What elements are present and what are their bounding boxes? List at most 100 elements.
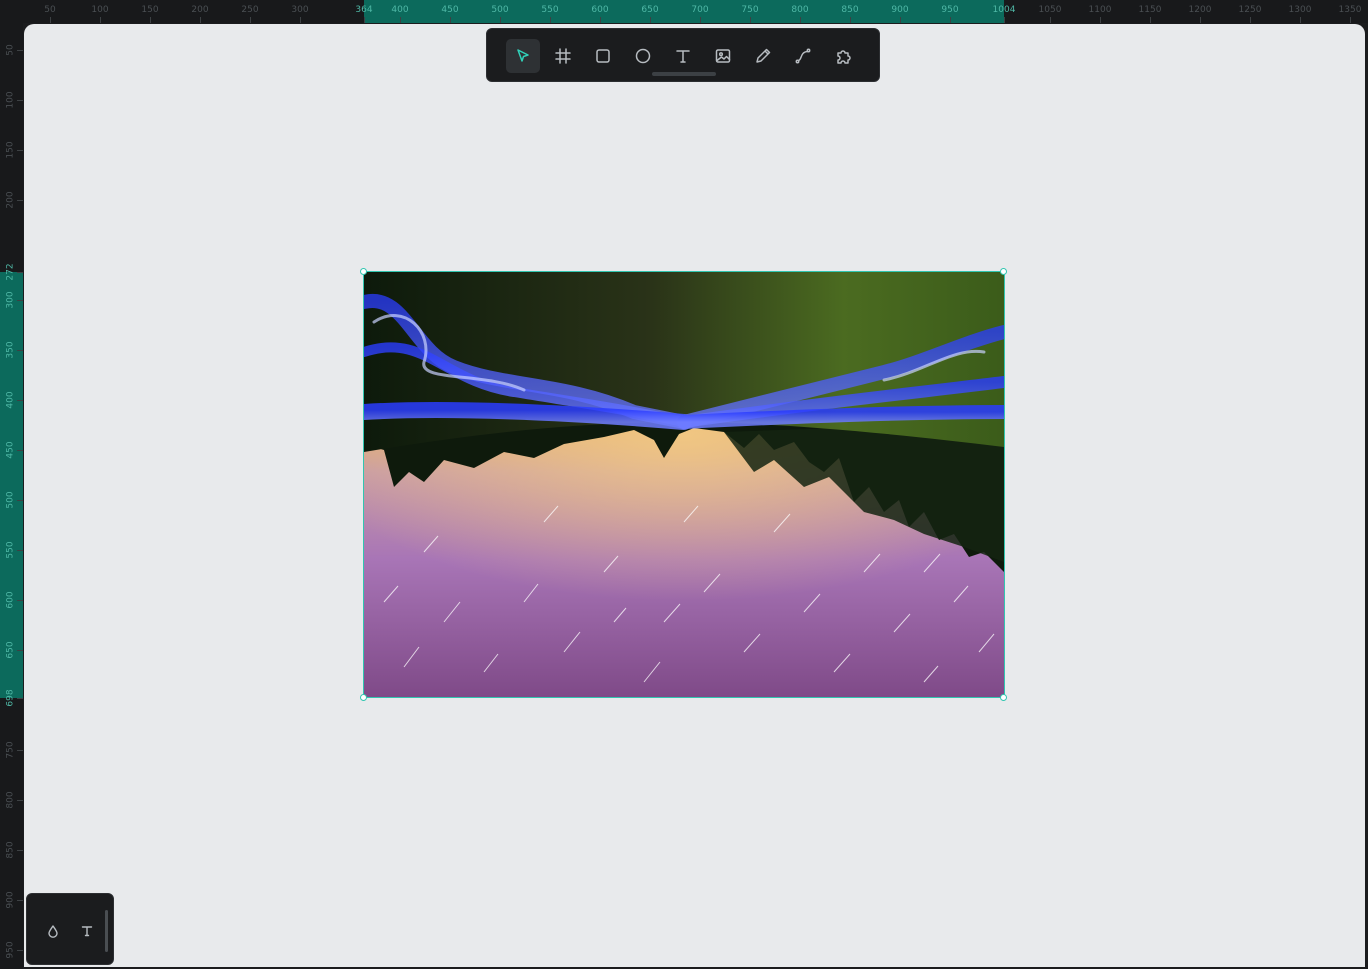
ruler-corner [0, 0, 23, 23]
toolbar-drag-handle[interactable] [652, 72, 716, 76]
ruler-tick-label: 1300 [1288, 5, 1312, 15]
ruler-tick [50, 17, 51, 23]
drop-icon [48, 925, 58, 938]
ruler-tick [17, 500, 23, 501]
text-tool-button[interactable] [666, 39, 700, 73]
ruler-tick-label: 150 [141, 5, 159, 15]
pencil-tool-button[interactable] [746, 39, 780, 73]
ruler-tick [17, 50, 23, 51]
ruler-tick [150, 17, 151, 23]
ruler-tick [1050, 17, 1051, 23]
image-icon [715, 49, 731, 63]
ruler-tick-label: 850 [5, 841, 16, 859]
ruler-tick [17, 650, 23, 651]
ruler-tick [250, 17, 251, 23]
ruler-tick [100, 17, 101, 23]
ruler-tick-label: 900 [891, 5, 909, 15]
ruler-tick-label: 450 [5, 441, 16, 459]
ruler-tick-label: 200 [191, 5, 209, 15]
tools-toolbar [486, 28, 880, 82]
ruler-tick [17, 150, 23, 151]
ruler-tick-label: 1004 [992, 5, 1016, 15]
ruler-tick [17, 450, 23, 451]
ruler-tick-label: 150 [5, 141, 16, 159]
ruler-tick-label: 50 [44, 5, 56, 15]
ruler-tick [17, 600, 23, 601]
ruler-tick-label: 500 [5, 491, 16, 509]
ruler-tick-label: 750 [5, 741, 16, 759]
ruler-tick [17, 100, 23, 101]
ruler-tick-label: 550 [541, 5, 559, 15]
ruler-tick [17, 400, 23, 401]
ruler-tick-label: 300 [291, 5, 309, 15]
resize-handle-top-left[interactable] [360, 268, 367, 275]
resize-handle-bottom-left[interactable] [360, 694, 367, 701]
pointer-icon [517, 49, 529, 62]
ruler-tick [17, 350, 23, 351]
ruler-tick [1200, 17, 1201, 23]
ruler-tick-label: 364 [355, 5, 373, 15]
rectangle-tool-button[interactable] [586, 39, 620, 73]
palette-panel [26, 893, 114, 965]
ruler-tick-label: 850 [841, 5, 859, 15]
vertical-ruler-selection-range [0, 272, 23, 698]
ruler-tick-label: 800 [5, 791, 16, 809]
ruler-tick [1350, 17, 1351, 23]
frame-icon [555, 48, 571, 64]
typography-button[interactable] [77, 921, 97, 941]
ruler-tick [850, 17, 851, 23]
palette-scrollbar[interactable] [105, 910, 108, 952]
ruler-tick-label: 100 [91, 5, 109, 15]
puzzle-icon [837, 50, 851, 64]
ruler-tick-label: 250 [241, 5, 259, 15]
ruler-tick [1250, 17, 1251, 23]
ruler-tick-label: 200 [5, 191, 16, 209]
frame-tool-button[interactable] [546, 39, 580, 73]
ruler-tick [750, 17, 751, 23]
resize-handle-bottom-right[interactable] [1000, 694, 1007, 701]
ruler-tick [17, 300, 23, 301]
ruler-tick-label: 600 [5, 591, 16, 609]
ruler-tick [600, 17, 601, 23]
ruler-tick-label: 698 [5, 689, 16, 707]
ruler-tick [450, 17, 451, 23]
ruler-tick [400, 17, 401, 23]
resize-handle-top-right[interactable] [1000, 268, 1007, 275]
ruler-tick [700, 17, 701, 23]
ruler-tick [300, 17, 301, 23]
ruler-tick-label: 950 [941, 5, 959, 15]
ruler-tick [17, 550, 23, 551]
image-tool-button[interactable] [706, 39, 740, 73]
plugins-tool-button[interactable] [826, 39, 860, 73]
ruler-tick-label: 500 [491, 5, 509, 15]
ruler-tick-label: 750 [741, 5, 759, 15]
ruler-tick-label: 550 [5, 541, 16, 559]
square-icon [596, 49, 610, 63]
ruler-tick-label: 450 [441, 5, 459, 15]
ruler-tick-label: 950 [5, 941, 16, 959]
ruler-tick [17, 200, 23, 201]
ruler-tick [500, 17, 501, 23]
ruler-tick-label: 400 [391, 5, 409, 15]
ruler-tick-label: 600 [591, 5, 609, 15]
ruler-tick [650, 17, 651, 23]
ruler-tick [1004, 17, 1005, 23]
ruler-tick-label: 400 [5, 391, 16, 409]
ellipse-tool-button[interactable] [626, 39, 660, 73]
ruler-tick-label: 1100 [1088, 5, 1112, 15]
ruler-tick-label: 1250 [1238, 5, 1262, 15]
path-tool-button[interactable] [786, 39, 820, 73]
ruler-tick-label: 650 [641, 5, 659, 15]
ruler-tick [17, 900, 23, 901]
ruler-tick [900, 17, 901, 23]
color-palette-button[interactable] [43, 921, 63, 941]
ruler-tick-label: 1350 [1338, 5, 1362, 15]
select-tool-button[interactable] [506, 39, 540, 73]
text-icon [81, 926, 93, 937]
ruler-tick-label: 1200 [1188, 5, 1212, 15]
ruler-tick [17, 272, 23, 273]
ruler-tick-label: 1050 [1038, 5, 1062, 15]
ruler-tick-label: 900 [5, 891, 16, 909]
night-lake-photo [364, 272, 1004, 697]
canvas-image[interactable] [364, 272, 1004, 697]
